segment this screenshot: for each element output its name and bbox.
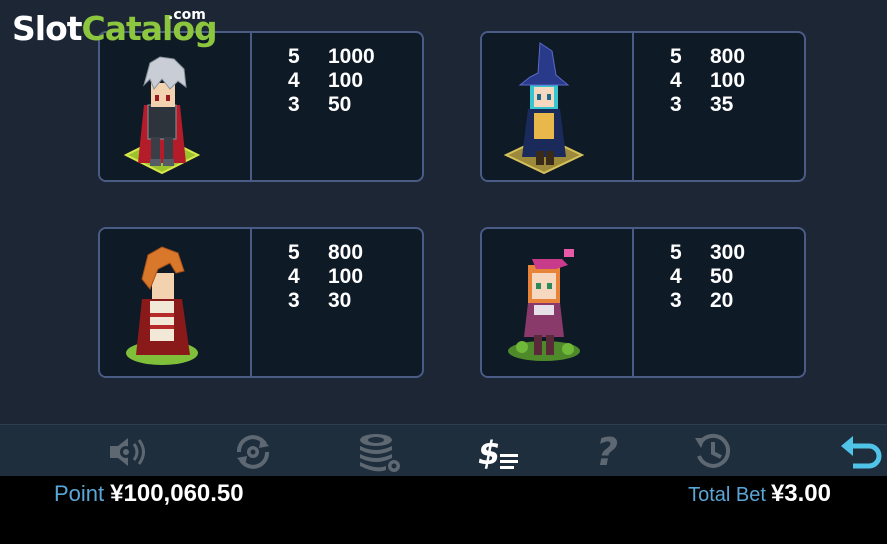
witch-paytable: 5 800 4 100 3 35 [670, 45, 745, 117]
pay-row: 4 100 [288, 265, 364, 288]
autoplay-button[interactable] [230, 429, 276, 475]
pink-hat-girl-symbol-image [482, 229, 634, 376]
autoplay-icon [237, 435, 269, 469]
back-icon [841, 436, 882, 469]
pay-row: 3 30 [288, 289, 352, 312]
pay-row: 3 20 [670, 289, 734, 312]
paytable-button[interactable]: $ [476, 429, 522, 475]
pay-row: 5 800 [670, 45, 746, 68]
pay-row: 4 50 [670, 265, 734, 288]
total-bet-label: Total Bet [688, 484, 766, 506]
help-icon: ? [595, 430, 619, 474]
bet-chips-icon [360, 434, 400, 472]
pay-row: 5 1000 [288, 45, 375, 68]
help-button[interactable]: ? [584, 429, 630, 475]
symbol-card-witch: 5 800 4 100 3 35 [480, 31, 806, 182]
witch-symbol-image [482, 33, 634, 180]
warrior-symbol-image [100, 229, 252, 376]
symbol-card-pink-hat-girl: 5 300 4 50 3 20 [480, 227, 806, 378]
svg-text:$: $ [478, 434, 500, 472]
sound-settings-button[interactable] [106, 429, 152, 475]
point-balance: Point ¥100,060.50 [54, 480, 244, 508]
total-bet: Total Bet ¥3.00 [688, 480, 831, 508]
pink-hat-girl-paytable: 5 300 4 50 3 20 [670, 241, 745, 313]
pay-row: 4 100 [288, 69, 364, 92]
symbol-card-warrior: 5 800 4 100 3 30 [98, 227, 424, 378]
history-icon [695, 433, 731, 468]
pay-row: 3 50 [288, 93, 352, 116]
bet-settings-button[interactable] [356, 429, 402, 475]
pay-row: 4 100 [670, 69, 746, 92]
sound-settings-icon [110, 438, 145, 466]
knight-symbol-image [100, 33, 252, 180]
warrior-paytable: 5 800 4 100 3 30 [288, 241, 363, 313]
paytable-icon: $ [478, 434, 518, 472]
pay-row: 3 35 [670, 93, 734, 116]
point-label: Point [54, 481, 105, 506]
pay-row: 5 300 [670, 241, 746, 264]
point-value: ¥100,060.50 [110, 480, 244, 507]
pay-row: 5 800 [288, 241, 364, 264]
total-bet-value: ¥3.00 [770, 480, 831, 507]
back-button[interactable] [838, 429, 884, 475]
control-toolbar: $ ? [0, 424, 887, 477]
symbol-card-knight: 5 1000 4 100 3 50 [98, 31, 424, 182]
slotcatalog-logo: SlotCatalog .com [12, 7, 218, 48]
history-button[interactable] [690, 429, 736, 475]
knight-paytable: 5 1000 4 100 3 50 [288, 45, 375, 117]
